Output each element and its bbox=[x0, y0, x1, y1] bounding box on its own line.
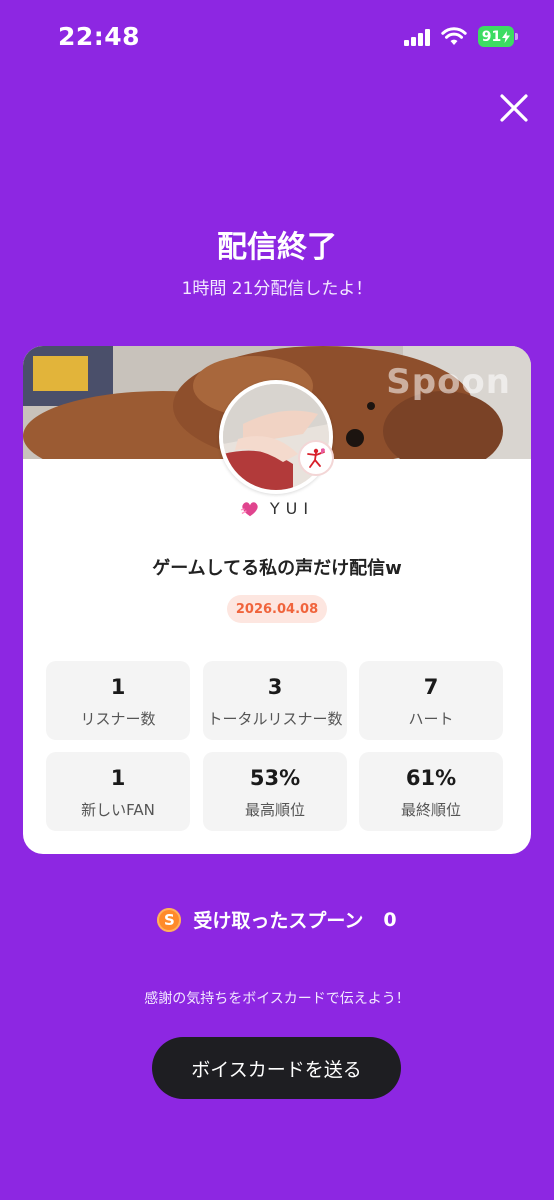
stat-label: 最終順位 bbox=[400, 801, 461, 819]
stat-listeners: 1 リスナー数 bbox=[46, 661, 190, 740]
stat-label: トータルリスナー数 bbox=[207, 710, 343, 728]
stream-ended-screen: 22:48 91 配信終了 1時間 21分配信したよ！ Spoon YUI ゲー… bbox=[0, 0, 554, 1200]
stat-value: 61% bbox=[405, 766, 457, 790]
send-voice-card-button[interactable]: ボイスカードを送る bbox=[152, 1037, 401, 1099]
stat-value: 3 bbox=[267, 675, 283, 699]
avatar[interactable] bbox=[219, 380, 333, 494]
spoons-label: 受け取ったスプーン bbox=[193, 910, 364, 932]
banner-logo: Spoon bbox=[386, 362, 511, 402]
heart-icon bbox=[240, 501, 258, 516]
spoons-count: 0 bbox=[383, 908, 397, 931]
status-time: 22:48 bbox=[58, 22, 141, 51]
wifi-icon bbox=[441, 27, 467, 45]
signal-icon bbox=[404, 29, 430, 46]
stream-duration: 1時間 21分配信したよ！ bbox=[181, 279, 373, 299]
spoons-received: S 受け取ったスプーン 0 bbox=[0, 906, 554, 933]
date-badge: 2026.04.08 bbox=[227, 595, 327, 623]
stat-label: ハート bbox=[408, 710, 454, 728]
stream-title: ゲームしてる私の声だけ配信w bbox=[152, 558, 402, 579]
avatar-badge-icon bbox=[298, 440, 334, 476]
close-icon[interactable] bbox=[494, 88, 534, 128]
stat-label: 新しいFAN bbox=[81, 801, 155, 819]
stat-label: 最高順位 bbox=[244, 801, 305, 819]
battery-level: 91 bbox=[481, 28, 502, 45]
status-bar: 22:48 91 bbox=[0, 0, 554, 74]
username: YUI bbox=[269, 499, 315, 518]
stat-highest-rank: 53% 最高順位 bbox=[203, 752, 347, 831]
stream-summary-card: Spoon YUI ゲームしてる私の声だけ配信w 2026.04.08 1 リス… bbox=[23, 346, 531, 854]
spoon-coin-icon: S bbox=[157, 907, 182, 932]
stat-hearts: 7 ハート bbox=[359, 661, 503, 740]
page-title: 配信終了 bbox=[217, 230, 337, 265]
stat-value: 1 bbox=[110, 675, 126, 699]
stat-value: 1 bbox=[110, 766, 126, 790]
stat-total-listeners: 3 トータルリスナー数 bbox=[203, 661, 347, 740]
thanks-message: 感謝の気持ちをボイスカードで伝えよう！ bbox=[144, 991, 410, 1007]
battery-icon: 91 bbox=[478, 26, 514, 47]
username-row: YUI bbox=[23, 499, 531, 518]
stat-value: 53% bbox=[249, 766, 301, 790]
stat-new-fans: 1 新しいFAN bbox=[46, 752, 190, 831]
stat-label: リスナー数 bbox=[80, 710, 156, 728]
stat-final-rank: 61% 最終順位 bbox=[359, 752, 503, 831]
stat-value: 7 bbox=[423, 675, 439, 699]
battery-cap bbox=[515, 33, 518, 40]
